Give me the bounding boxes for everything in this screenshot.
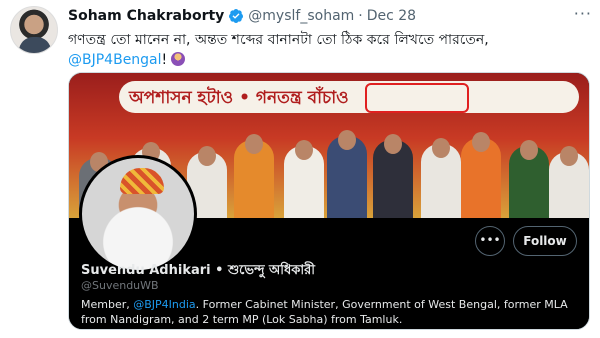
facepalm-emoji-icon (171, 52, 186, 66)
red-highlight-box (365, 83, 469, 113)
profile-photo (79, 155, 197, 273)
tweet-body: গণতন্ত্র তো মানেন না, অন্তত শব্দের বানান… (68, 30, 588, 70)
bio-mention-link[interactable]: @BJP4India (133, 298, 195, 311)
profile-card-image[interactable]: অপশাসন হটাও • গনতন্ত্র বাঁচাও ••• Follow… (68, 72, 590, 330)
tweet-text-suffix: ! (161, 52, 168, 68)
author-name[interactable]: Soham Chakraborty (68, 8, 224, 24)
author-handle[interactable]: @myslf_soham (248, 8, 354, 24)
banner-slogan: অপশাসন হটাও • গনতন্ত্র বাঁচাও (129, 88, 349, 108)
bio-prefix: Member, (81, 298, 134, 311)
tweet-date[interactable]: Dec 28 (367, 8, 416, 24)
mention-link[interactable]: @BJP4Bengal (68, 52, 162, 68)
author-avatar[interactable] (10, 6, 58, 54)
separator-dot: · (358, 8, 363, 24)
tweet-header: Soham Chakraborty @myslf_soham · Dec 28 (68, 8, 416, 24)
verified-badge-icon (229, 9, 244, 23)
profile-bio: Member, @BJP4India. Former Cabinet Minis… (81, 297, 581, 327)
more-options-button[interactable]: ••• (475, 226, 505, 256)
ellipsis-icon[interactable]: ··· (574, 4, 592, 23)
profile-handle: @SuvenduWB (81, 279, 159, 292)
tweet-text-line: গণতন্ত্র তো মানেন না, অন্তত শব্দের বানান… (68, 32, 489, 48)
tweet: Soham Chakraborty @myslf_soham · Dec 28 … (0, 0, 600, 338)
follow-button[interactable]: Follow (513, 226, 577, 256)
